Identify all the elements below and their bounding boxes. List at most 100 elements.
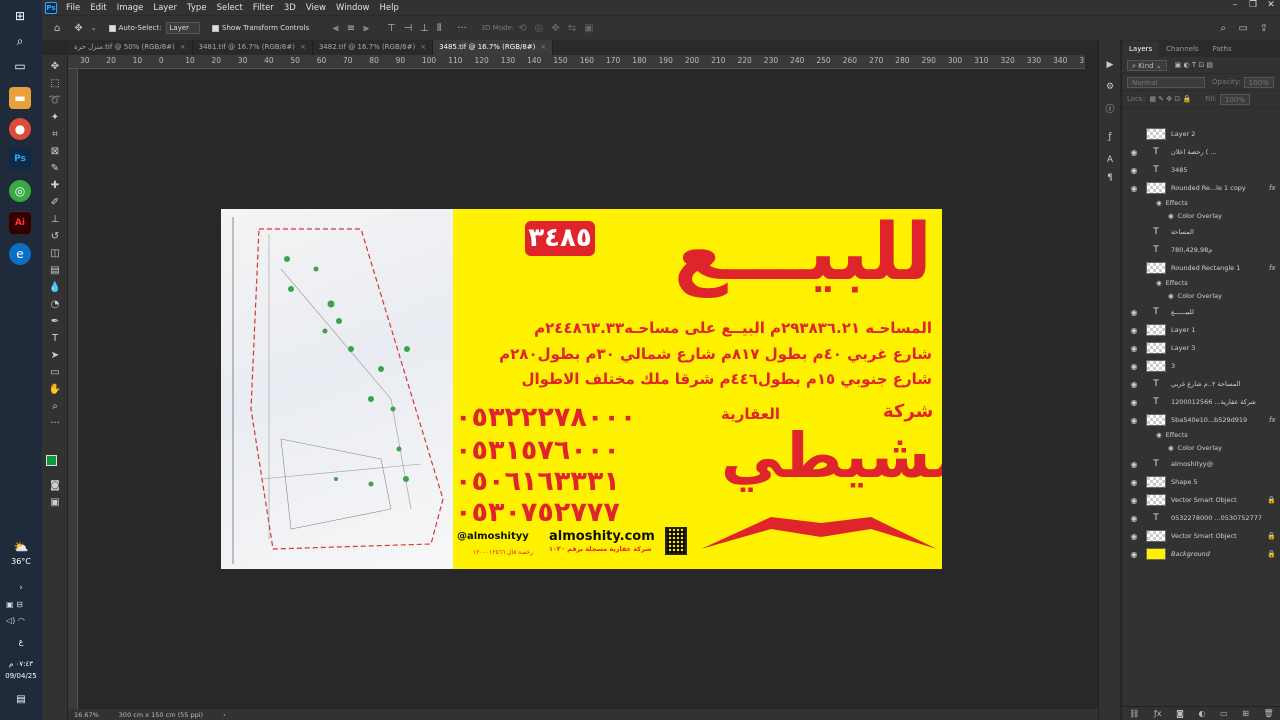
edge-icon[interactable]: e	[9, 243, 31, 265]
layer-name[interactable]: Shape 5	[1171, 478, 1280, 486]
pen-tool-icon[interactable]: ✒	[48, 315, 62, 329]
menu-view[interactable]: View	[301, 3, 331, 13]
adjustment-layer-icon[interactable]: ◐	[1199, 709, 1206, 718]
eye-icon[interactable]: ◉	[1156, 279, 1162, 287]
foreground-color-swatch[interactable]	[46, 455, 57, 466]
share-icon[interactable]: ⇪	[1260, 23, 1268, 34]
weather-icon[interactable]: ⛅	[8, 540, 34, 554]
fx-icon[interactable]: fx	[1269, 416, 1280, 424]
visibility-eye-icon[interactable]: ◉	[1127, 380, 1141, 389]
close-icon[interactable]: ×	[540, 43, 546, 51]
link-layers-icon[interactable]: ⛓	[1129, 709, 1139, 718]
layer-effects-row[interactable]: ◉ Effects	[1122, 429, 1280, 441]
app-green-icon[interactable]: ◎	[9, 180, 31, 202]
close-icon[interactable]: ×	[180, 43, 186, 51]
visibility-eye-icon[interactable]: ◉	[1127, 148, 1141, 157]
layer-name[interactable]: المساحة ٢..م شارع غربي	[1171, 380, 1280, 388]
brush-tool-icon[interactable]: ✐	[48, 196, 62, 210]
layer-row[interactable]: Layer 2	[1122, 125, 1280, 143]
visibility-eye-icon[interactable]: ◉	[1127, 166, 1141, 175]
menu-file[interactable]: File	[61, 3, 85, 13]
task-view-icon[interactable]: ▭	[9, 55, 31, 77]
auto-select-dropdown[interactable]: Layer	[165, 22, 201, 34]
filter-icons[interactable]: ▣ ◐ T ⊡ ▤	[1175, 61, 1213, 69]
fx-icon[interactable]: ƒ	[1104, 132, 1116, 144]
visibility-eye-icon[interactable]: ◉	[1127, 416, 1141, 425]
lock-icons[interactable]: ▦ ✎ ✥ ⊡ 🔒	[1149, 95, 1191, 103]
menu-window[interactable]: Window	[331, 3, 375, 13]
minimize-icon[interactable]: –	[1226, 0, 1244, 10]
windows-start-icon[interactable]: ⊞	[9, 5, 31, 27]
chevron-down-icon[interactable]: ⌄	[91, 24, 97, 32]
zoom-tool-icon[interactable]: ⌕	[48, 400, 62, 414]
layer-effect-item[interactable]: ◉ Color Overlay	[1122, 442, 1280, 454]
doc-tab[interactable]: 3482.tif @ 16.7% (RGB/8#) ×	[313, 40, 434, 55]
visibility-eye-icon[interactable]: ◉	[1127, 478, 1141, 487]
menu-layer[interactable]: Layer	[148, 3, 182, 13]
doc-tab[interactable]: 3481.tif @ 16.7% (RGB/8#) ×	[193, 40, 313, 55]
doc-tab[interactable]: منزل حرة.tif @ 50% (RGB/8#) ×	[68, 40, 193, 55]
layer-row[interactable]: ◉ Rounded Re...le 1 copy fx	[1122, 179, 1280, 197]
auto-select-checkbox[interactable]	[108, 24, 116, 32]
layer-row[interactable]: ◉ T للبيــــــع	[1122, 303, 1280, 321]
layer-name[interactable]: Rounded Re...le 1 copy	[1171, 184, 1269, 192]
layer-row[interactable]: ◉ Vector Smart Object 🔒	[1122, 491, 1280, 509]
layer-name[interactable]: رخصة اعلان ( ...	[1171, 148, 1280, 156]
more-tools-icon[interactable]: ···	[48, 417, 62, 431]
chrome-icon[interactable]: ●	[9, 118, 31, 140]
screen-mode-icon[interactable]: ▣	[48, 496, 62, 510]
layer-row[interactable]: ◉ T المساحة ٢..م شارع غربي	[1122, 375, 1280, 393]
eye-icon[interactable]: ◉	[1168, 292, 1174, 300]
layer-row[interactable]: ◉ T 3485	[1122, 161, 1280, 179]
lasso-tool-icon[interactable]: ➰	[48, 94, 62, 108]
align-middle-icon[interactable]: ⊣	[404, 23, 413, 34]
volume-network-icons[interactable]: ◁) ◠	[6, 616, 25, 625]
adjustments-icon[interactable]: ⚙	[1104, 82, 1116, 94]
eye-icon[interactable]: ◉	[1156, 431, 1162, 439]
layer-row[interactable]: Rounded Rectangle 1 fx	[1122, 259, 1280, 277]
layer-effects-row[interactable]: ◉ Effects	[1122, 277, 1280, 289]
doc-tab-active[interactable]: 3485.tif @ 16.7% (RGB/8#) ×	[433, 40, 554, 55]
notifications-icon[interactable]: ▤	[0, 694, 42, 705]
layer-name[interactable]: Background	[1171, 550, 1267, 558]
layer-name[interactable]: 780,429,98م	[1171, 246, 1280, 254]
gradient-tool-icon[interactable]: ▤	[48, 264, 62, 278]
chevron-right-icon[interactable]: ›	[223, 711, 226, 719]
dodge-tool-icon[interactable]: ◔	[48, 298, 62, 312]
align-top-icon[interactable]: ⊤	[387, 23, 396, 34]
layer-row[interactable]: ◉ 5ba540e10...b529d919 fx	[1122, 411, 1280, 429]
delete-layer-icon[interactable]: 🗑	[1263, 709, 1273, 718]
blur-tool-icon[interactable]: 💧	[48, 281, 62, 295]
layer-row[interactable]: ◉ 3	[1122, 357, 1280, 375]
illustrator-icon[interactable]: Ai	[9, 212, 31, 234]
workspace-icon[interactable]: ▭	[1239, 23, 1248, 34]
move-tool-icon[interactable]: ✥	[48, 60, 62, 74]
visibility-eye-icon[interactable]: ◉	[1127, 398, 1141, 407]
tray-icons[interactable]: ▣ ⊟	[6, 600, 23, 609]
close-icon[interactable]: ×	[420, 43, 426, 51]
move-tool-icon[interactable]: ✥	[74, 23, 82, 34]
layer-row[interactable]: ◉ Talmoshityy@	[1122, 455, 1280, 473]
kind-filter-dropdown[interactable]: ⌕ Kind ⌄	[1127, 59, 1167, 71]
fx-icon[interactable]: fx	[1269, 184, 1280, 192]
character-panel-icon[interactable]: A	[1104, 155, 1116, 167]
layer-name[interactable]: Layer 3	[1171, 344, 1280, 352]
visibility-eye-icon[interactable]: ◉	[1127, 308, 1141, 317]
photoshop-taskbar-icon[interactable]: Ps	[9, 148, 31, 170]
layer-name[interactable]: Layer 1	[1171, 326, 1280, 334]
layer-name[interactable]: شركة عقارية... 1200012566	[1171, 398, 1280, 406]
input-language[interactable]: ع	[0, 637, 42, 646]
menu-help[interactable]: Help	[375, 3, 404, 13]
visibility-eye-icon[interactable]: ◉	[1127, 496, 1141, 505]
show-transform-option[interactable]: Show Transform Controls	[212, 24, 309, 32]
visibility-eye-icon[interactable]: ◉	[1127, 532, 1141, 541]
chevron-up-icon[interactable]: ›	[0, 583, 42, 593]
blend-mode-dropdown[interactable]: Normal	[1127, 76, 1205, 88]
layer-row[interactable]: ◉ Background 🔒	[1122, 545, 1280, 563]
type-tool-icon[interactable]: T	[48, 332, 62, 346]
zoom-level[interactable]: 16.67%	[74, 711, 99, 719]
align-right-icon[interactable]: ⫸	[363, 23, 369, 34]
quick-mask-icon[interactable]: ◙	[48, 479, 62, 493]
new-layer-icon[interactable]: ⊞	[1242, 709, 1249, 718]
distribute-icon[interactable]: ⫴	[437, 23, 441, 34]
